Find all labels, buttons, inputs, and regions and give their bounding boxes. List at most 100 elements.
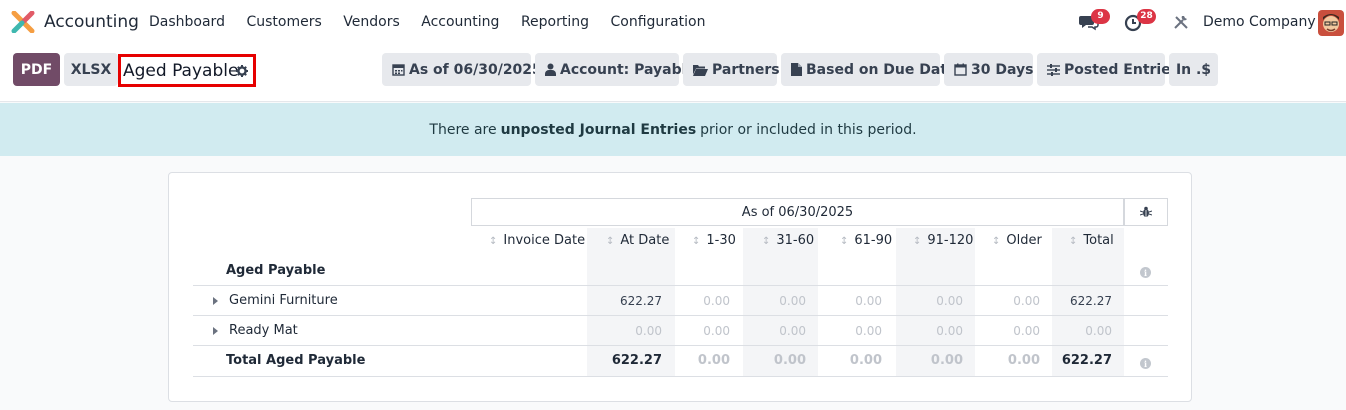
filter-date-button[interactable]: As of 06/30/2025 (382, 53, 542, 86)
cell-total: 0.00 (1085, 324, 1112, 338)
banner-suffix: prior or included in this period. (700, 121, 917, 138)
cell-total: 622.27 (1070, 294, 1112, 308)
total-row-name: Total Aged Payable (226, 353, 366, 368)
total-31-60: 0.00 (773, 353, 806, 368)
banner-prefix: There are (429, 121, 497, 138)
filter-posted-button[interactable]: Posted Entries (1037, 53, 1179, 86)
cell-31-60: 0.00 (779, 294, 806, 308)
unposted-entries-banner: There are unposted Journal Entries prior… (0, 103, 1346, 156)
cell-61-90: 0.00 (855, 294, 882, 308)
total-total: 622.27 (1061, 353, 1112, 368)
sort-icon: ↕ (692, 236, 701, 247)
folder-open-icon (693, 64, 708, 76)
col-header-31-60[interactable]: ↕ 31-60 (762, 233, 814, 248)
cell-at-date: 622.27 (620, 294, 662, 308)
gear-icon[interactable] (236, 65, 248, 77)
report-card: As of 06/30/2025 ↕ Invoice Date ↕ At Date … (168, 172, 1192, 402)
report-title: Aged Payable (123, 60, 239, 81)
col-header-1-30[interactable]: ↕ 1-30 (692, 233, 736, 248)
main-menu: Dashboard Customers Vendors Accounting R… (149, 14, 727, 30)
debug-tools-icon[interactable] (1173, 14, 1189, 30)
filter-period-label: 30 Days (971, 61, 1034, 78)
row-divider (193, 285, 1168, 286)
section-title: Aged Payable (226, 263, 326, 278)
cell-91-120: 0.00 (936, 294, 963, 308)
total-61-90: 0.00 (849, 353, 882, 368)
partner-row-name[interactable]: Gemini Furniture (229, 293, 338, 308)
expand-caret-icon[interactable] (213, 327, 218, 335)
cell-at-date: 0.00 (635, 324, 662, 338)
filter-date-label: As of 06/30/2025 (409, 61, 542, 78)
col-header-at-date[interactable]: ↕ At Date (606, 233, 669, 248)
calendar-icon (392, 63, 405, 76)
pdf-button[interactable]: PDF (13, 53, 60, 86)
sort-icon: ↕ (1069, 236, 1078, 247)
menu-configuration[interactable]: Configuration (611, 14, 706, 30)
row-divider (193, 345, 1168, 346)
partner-row-name[interactable]: Ready Mat (229, 323, 298, 338)
menu-dashboard[interactable]: Dashboard (149, 14, 225, 30)
cell-older: 0.00 (1013, 324, 1040, 338)
cell-61-90: 0.00 (855, 324, 882, 338)
menu-accounting[interactable]: Accounting (421, 14, 499, 30)
control-panel: PDF XLSX Aged Payable As of 06/30/2025 A… (0, 44, 1346, 102)
filter-currency-label: In .$ (1175, 61, 1212, 78)
period-header: As of 06/30/2025 (471, 198, 1124, 226)
sort-icon: ↕ (762, 236, 771, 247)
sort-icon: ↕ (489, 236, 498, 247)
messages-badge: 9 (1091, 9, 1110, 24)
user-icon (545, 63, 556, 76)
cell-91-120: 0.00 (936, 324, 963, 338)
menu-reporting[interactable]: Reporting (521, 14, 589, 30)
debug-button[interactable] (1124, 198, 1168, 226)
filter-due-date-label: Based on Due Date (806, 61, 957, 78)
filter-partners-button[interactable]: Partners (683, 53, 780, 86)
banner-strong[interactable]: unposted Journal Entries (501, 122, 697, 138)
app-name[interactable]: Accounting (44, 12, 139, 32)
menu-vendors[interactable]: Vendors (343, 14, 399, 30)
company-switcher[interactable]: Demo Company (1203, 14, 1316, 30)
info-icon[interactable]: i (1140, 358, 1151, 369)
row-divider (193, 376, 1168, 377)
report-title-box: Aged Payable (118, 54, 256, 87)
total-1-30: 0.00 (697, 353, 730, 368)
user-avatar[interactable] (1318, 10, 1344, 36)
total-91-120: 0.00 (930, 353, 963, 368)
cell-31-60: 0.00 (779, 324, 806, 338)
filter-account-button[interactable]: Account: Payable (535, 53, 696, 86)
cell-older: 0.00 (1013, 294, 1040, 308)
col-header-61-90[interactable]: ↕ 61-90 (840, 233, 892, 248)
row-divider (193, 315, 1168, 316)
sort-icon: ↕ (992, 236, 1001, 247)
filter-currency-button[interactable]: In .$ (1169, 53, 1218, 86)
messages-button[interactable]: 9 (1079, 9, 1110, 36)
info-icon[interactable]: i (1140, 267, 1151, 278)
sort-icon: ↕ (913, 236, 922, 247)
activities-badge: 28 (1137, 9, 1156, 24)
cell-1-30: 0.00 (703, 294, 730, 308)
total-at-date: 622.27 (611, 353, 662, 368)
filter-due-date-button[interactable]: Based on Due Date (781, 53, 957, 86)
xlsx-button[interactable]: XLSX (64, 53, 118, 86)
filter-partners-label: Partners (712, 61, 780, 78)
sort-icon: ↕ (840, 236, 849, 247)
col-header-total[interactable]: ↕ Total (1069, 233, 1114, 248)
cell-1-30: 0.00 (703, 324, 730, 338)
col-header-invoice-date[interactable]: ↕ Invoice Date (489, 233, 585, 248)
accounting-app-icon[interactable] (11, 11, 35, 33)
sort-icon: ↕ (606, 236, 615, 247)
col-header-91-120[interactable]: ↕ 91-120 (913, 233, 973, 248)
menu-customers[interactable]: Customers (246, 14, 321, 30)
filter-posted-label: Posted Entries (1064, 61, 1180, 78)
calendar-blank-icon (954, 63, 967, 76)
expand-caret-icon[interactable] (213, 297, 218, 305)
top-navbar: Accounting Dashboard Customers Vendors A… (0, 0, 1346, 44)
activities-button[interactable]: 28 (1123, 9, 1156, 36)
file-icon (791, 63, 802, 76)
filter-account-label: Account: Payable (560, 61, 696, 78)
filter-period-button[interactable]: 30 Days (944, 53, 1033, 86)
bug-icon (1140, 206, 1152, 217)
sliders-icon (1047, 63, 1060, 76)
col-header-older[interactable]: ↕ Older (992, 233, 1042, 248)
total-older: 0.00 (1007, 353, 1040, 368)
